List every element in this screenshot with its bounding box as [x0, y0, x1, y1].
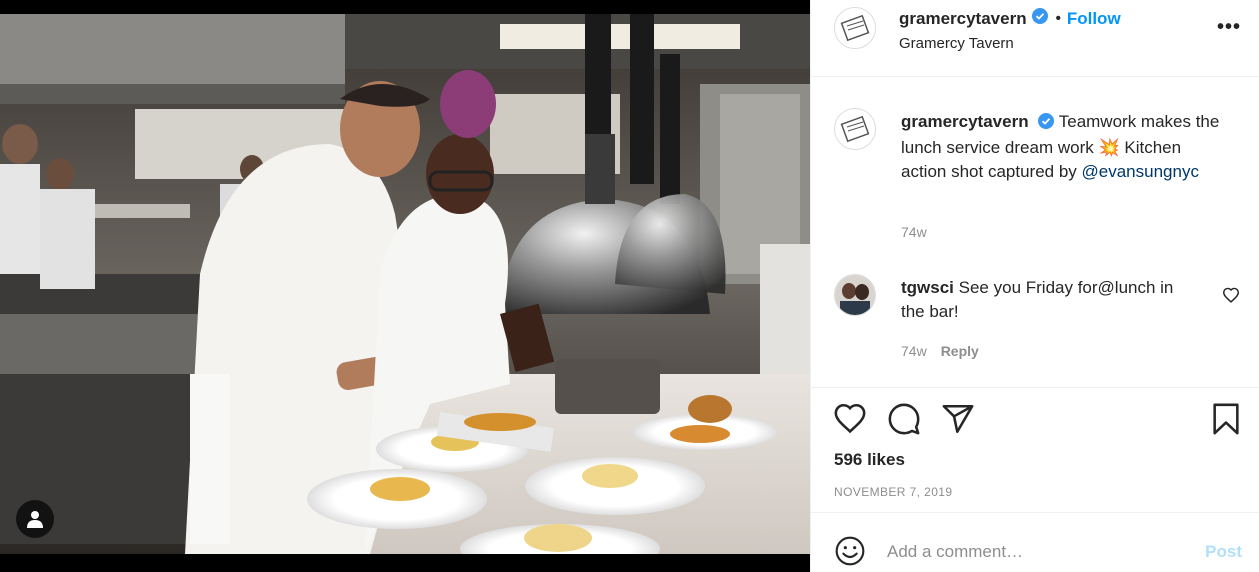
comment-time[interactable]: 74w: [901, 343, 927, 359]
commenter-avatar[interactable]: [834, 274, 876, 316]
caption-username[interactable]: gramercytavern: [901, 112, 1029, 131]
paper-plane-icon: [942, 404, 974, 434]
smiley-icon: [835, 536, 865, 566]
verified-badge-icon: [1038, 112, 1055, 136]
caption-avatar[interactable]: [834, 108, 876, 150]
gramercy-logo-icon: [835, 109, 875, 149]
post-date[interactable]: NOVEMBER 7, 2019: [834, 485, 952, 499]
tagged-users-button[interactable]: [16, 500, 54, 538]
add-comment-bar: Post: [811, 512, 1259, 572]
comment-username[interactable]: tgwsci: [901, 278, 954, 297]
gramercy-logo-icon: [835, 8, 875, 48]
caption-mention-link[interactable]: @evansungnyc: [1082, 162, 1199, 181]
save-button[interactable]: [1210, 402, 1242, 441]
caption-item: gramercytavern Teamwork makes the lunch …: [834, 108, 1234, 248]
post-actions: 596 likes NOVEMBER 7, 2019: [811, 387, 1259, 512]
likes-count[interactable]: 596 likes: [834, 450, 905, 470]
user-icon: [27, 511, 43, 528]
like-button[interactable]: [833, 402, 867, 439]
author-username[interactable]: gramercytavern: [899, 9, 1027, 29]
comment-button[interactable]: [887, 402, 921, 441]
kitchen-photo-illustration: [0, 14, 810, 554]
share-button[interactable]: [941, 402, 975, 441]
emoji-button[interactable]: [834, 535, 866, 572]
follow-button[interactable]: Follow: [1067, 9, 1121, 29]
comments-list[interactable]: gramercytavern Teamwork makes the lunch …: [811, 78, 1259, 387]
post-comment-button[interactable]: Post: [1205, 542, 1242, 562]
separator-dot: •: [1055, 10, 1061, 27]
comment-input[interactable]: [887, 538, 1187, 566]
bookmark-icon: [1213, 403, 1239, 435]
commenter-photo-icon: [835, 275, 875, 315]
heart-icon: [1222, 287, 1240, 303]
more-options-button[interactable]: •••: [1217, 16, 1241, 39]
post-header: gramercytavern • Follow Gramercy Tavern …: [811, 0, 1259, 77]
comment-meta: 74w Reply: [901, 343, 979, 359]
author-avatar[interactable]: [834, 7, 876, 49]
speech-bubble-icon: [888, 403, 920, 435]
author-line: gramercytavern • Follow: [899, 8, 1121, 29]
post-location[interactable]: Gramercy Tavern: [899, 35, 1014, 52]
comment-item: tgwsci See you Friday for@lunch in the b…: [834, 274, 1240, 364]
post-details-panel: gramercytavern • Follow Gramercy Tavern …: [810, 0, 1259, 572]
reply-button[interactable]: Reply: [941, 343, 979, 359]
post-photo[interactable]: [0, 14, 810, 554]
caption-time[interactable]: 74w: [901, 224, 927, 240]
caption-text-block: gramercytavern Teamwork makes the lunch …: [901, 110, 1221, 184]
comment-like-button[interactable]: [1222, 287, 1240, 308]
post-photo-area[interactable]: [0, 0, 810, 572]
comment-text-block: tgwsci See you Friday for@lunch in the b…: [901, 276, 1191, 324]
verified-badge-icon: [1031, 8, 1048, 29]
heart-icon: [834, 403, 866, 434]
